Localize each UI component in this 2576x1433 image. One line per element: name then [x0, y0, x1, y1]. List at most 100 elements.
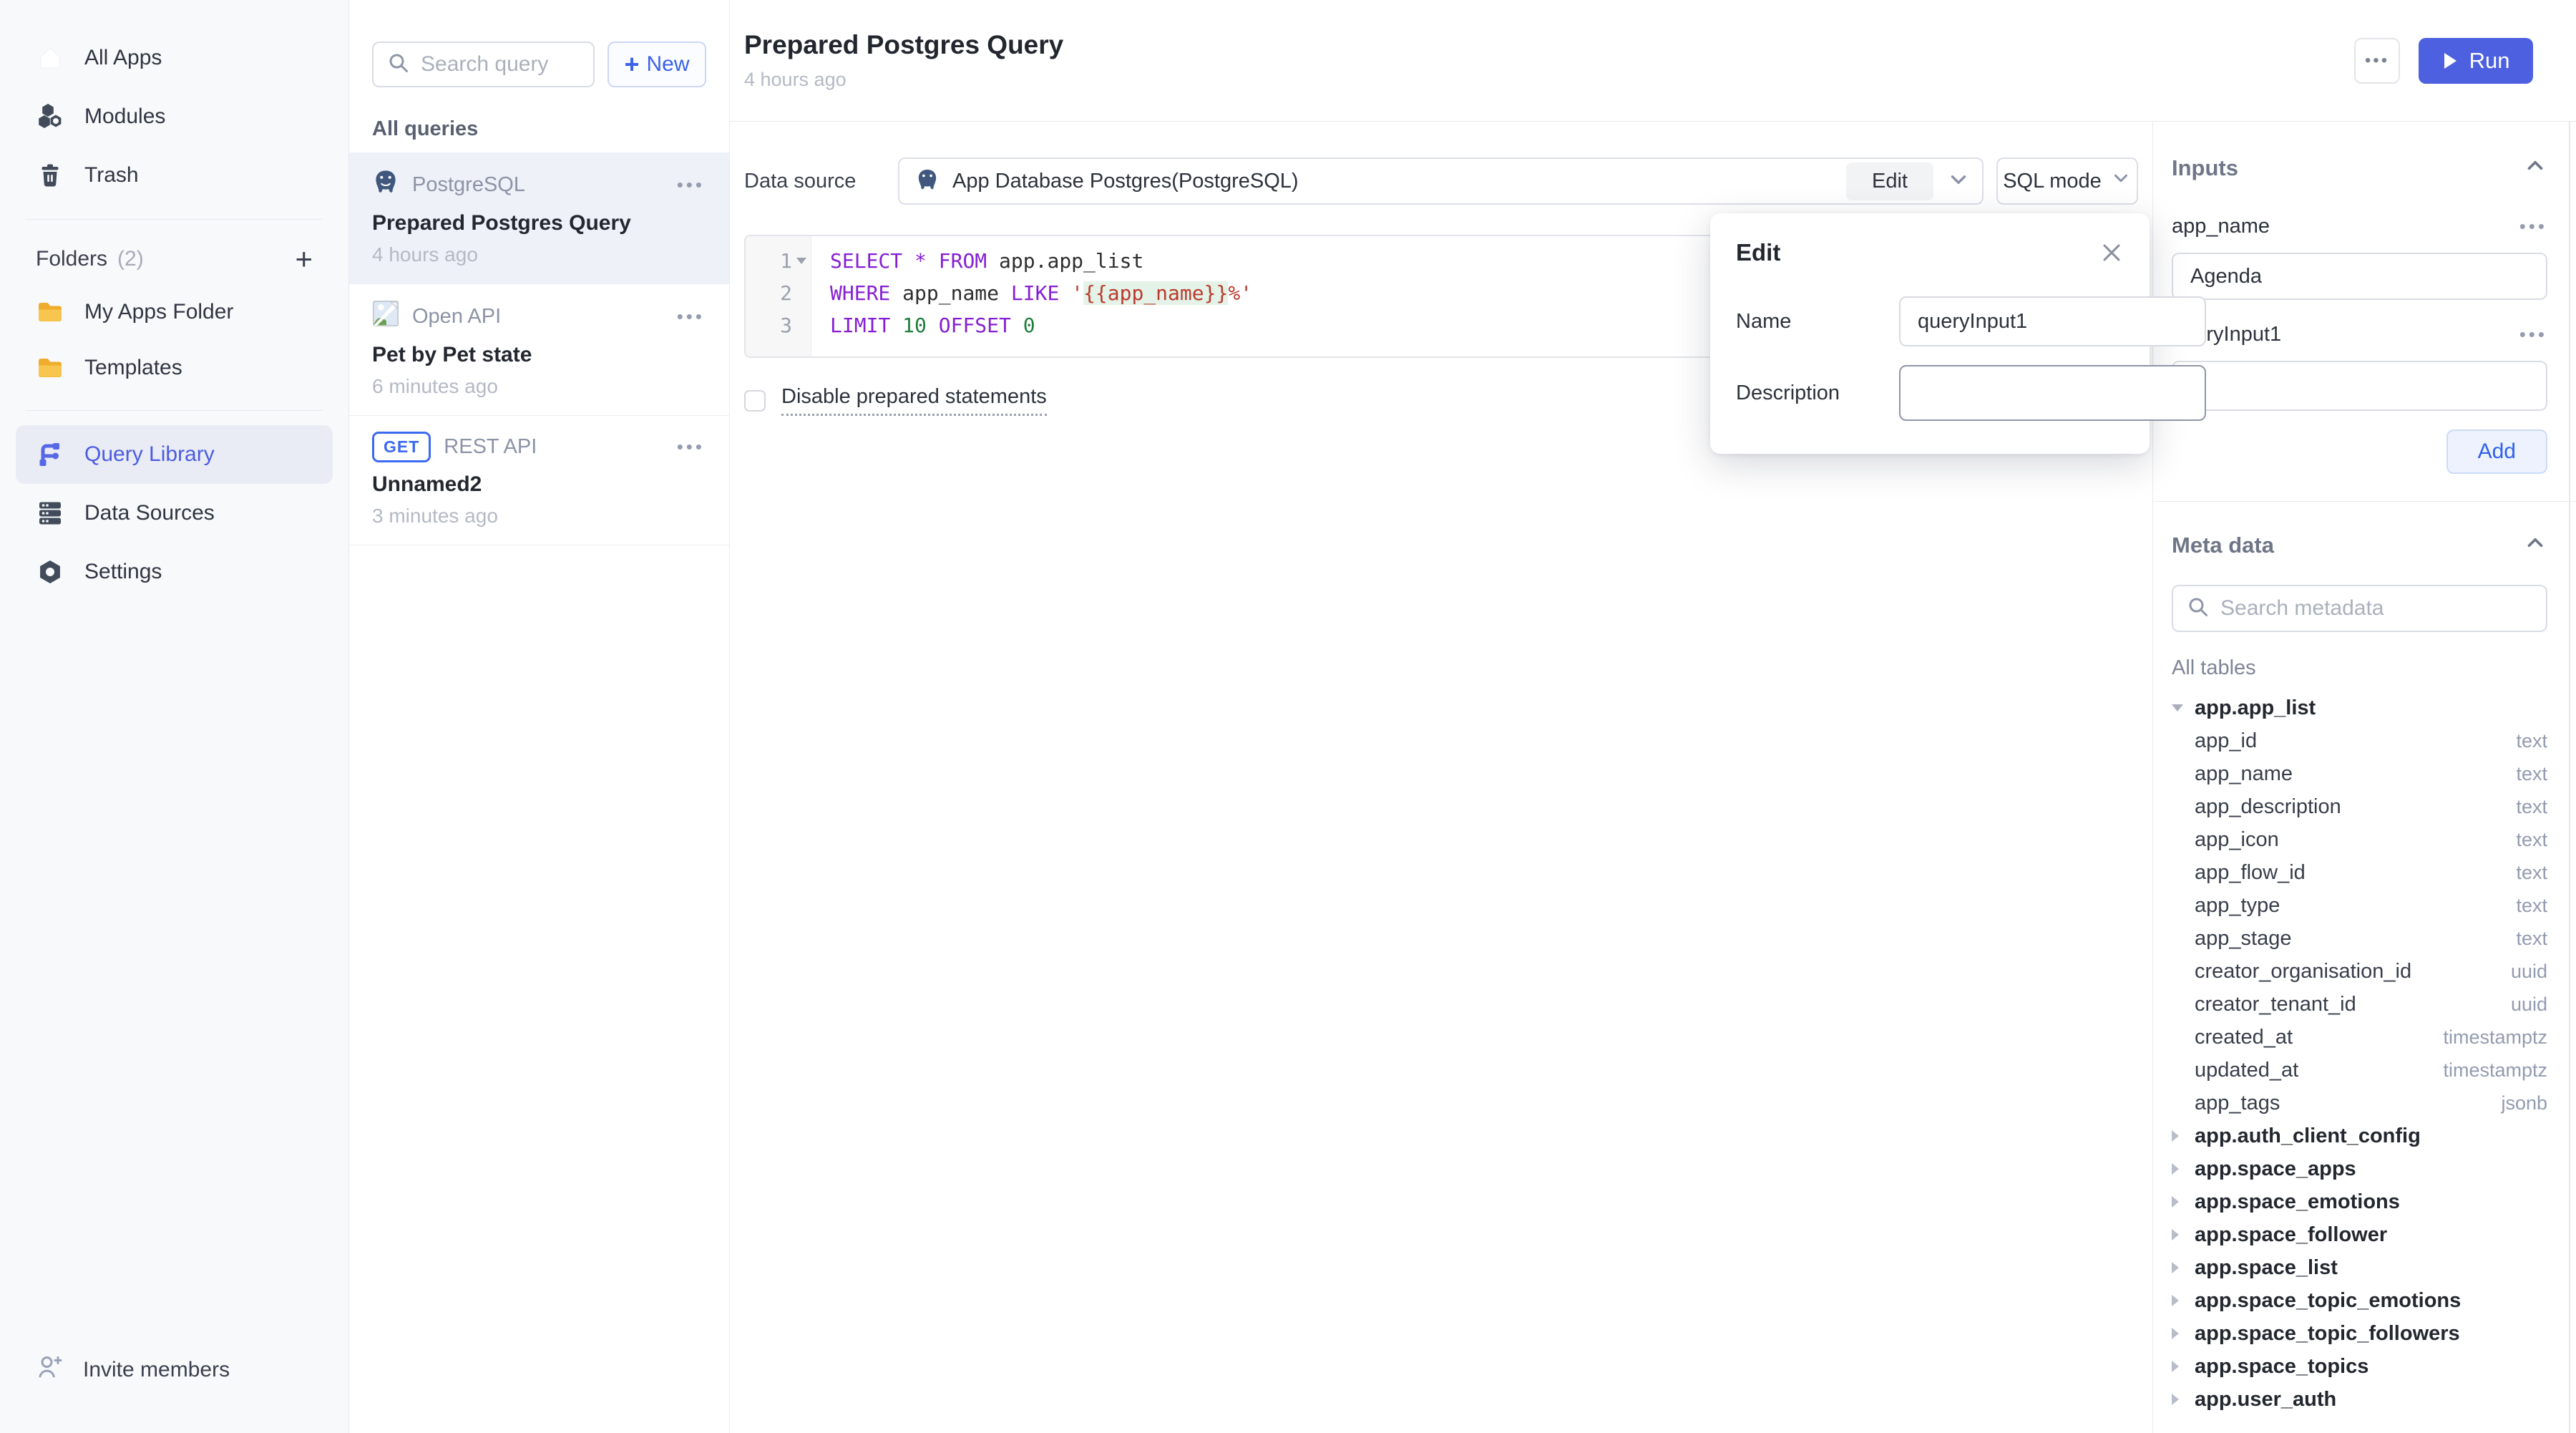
query-item-kebab-icon[interactable]: ••• — [677, 436, 705, 458]
query-list-item-prepared-postgres[interactable]: PostgreSQL ••• Prepared Postgres Query 4… — [349, 152, 729, 284]
table-row-collapsed[interactable]: app.space_topic_emotions — [2172, 1284, 2547, 1317]
fold-arrow-icon[interactable] — [796, 258, 806, 264]
new-query-button[interactable]: + New — [608, 42, 706, 87]
column-type: text — [2516, 796, 2547, 818]
table-row-collapsed[interactable]: app.space_list — [2172, 1251, 2547, 1284]
query-item-kebab-icon[interactable]: ••• — [677, 306, 705, 328]
triangle-right-icon — [2172, 1130, 2179, 1142]
table-column-row[interactable]: app_stagetext — [2172, 922, 2547, 955]
edit-data-source-button[interactable]: Edit — [1846, 162, 1933, 200]
close-icon[interactable] — [2099, 241, 2124, 265]
query-search-box[interactable] — [372, 42, 595, 87]
column-name: app_tags — [2195, 1092, 2280, 1115]
sidebar-item-data-sources[interactable]: Data Sources — [16, 484, 333, 543]
table-name: app.space_apps — [2195, 1157, 2356, 1181]
chevron-up-icon[interactable] — [2523, 530, 2547, 560]
query-list-item-pet-by-pet-state[interactable]: Open API ••• Pet by Pet state 6 minutes … — [349, 284, 729, 416]
sidebar-item-trash[interactable]: Trash — [16, 146, 333, 205]
description-field-input[interactable] — [1899, 365, 2206, 421]
header-kebab-button[interactable]: ••• — [2354, 38, 2400, 84]
add-input-button[interactable]: Add — [2446, 429, 2547, 474]
run-button[interactable]: Run — [2419, 38, 2533, 84]
table-row-collapsed[interactable]: app.space_follower — [2172, 1218, 2547, 1251]
editor-gutter: 123 — [746, 236, 811, 356]
sidebar-item-settings[interactable]: Settings — [16, 543, 333, 601]
query-search-input[interactable] — [421, 52, 580, 77]
table-column-row[interactable]: app_flow_idtext — [2172, 856, 2547, 889]
table-columns-list: app_idtextapp_nametextapp_descriptiontex… — [2172, 724, 2547, 1119]
input-field-kebab-icon[interactable]: ••• — [2519, 215, 2547, 238]
sidebar-item-modules[interactable]: Modules — [16, 87, 333, 146]
triangle-right-icon — [2172, 1295, 2179, 1306]
input-field-kebab-icon[interactable]: ••• — [2519, 324, 2547, 346]
invite-members-button[interactable]: Invite members — [16, 1344, 333, 1396]
metadata-search-input[interactable] — [2220, 596, 2533, 621]
table-name: app.space_topics — [2195, 1355, 2368, 1379]
table-column-row[interactable]: app_typetext — [2172, 889, 2547, 922]
table-column-row[interactable]: app_icontext — [2172, 823, 2547, 856]
folders-count: (2) — [117, 247, 144, 271]
table-row-collapsed[interactable]: app.space_topic_followers — [2172, 1317, 2547, 1350]
inputs-header-label: Inputs — [2172, 155, 2238, 181]
right-panel: Inputs app_name ••• queryInput1 ••• Add … — [2152, 122, 2576, 1433]
table-row-collapsed[interactable]: app.space_emotions — [2172, 1185, 2547, 1218]
app-name-input[interactable] — [2172, 253, 2547, 300]
table-column-row[interactable]: creator_tenant_iduuid — [2172, 988, 2547, 1021]
editor-code[interactable]: SELECT * FROM app.app_listWHERE app_name… — [811, 236, 1252, 356]
table-column-row[interactable]: app_tagsjsonb — [2172, 1087, 2547, 1119]
query-input1-input[interactable] — [2172, 361, 2547, 411]
table-column-row[interactable]: app_nametext — [2172, 757, 2547, 790]
name-field-input[interactable] — [1899, 296, 2206, 346]
metadata-search-box[interactable] — [2172, 585, 2547, 632]
table-name: app.app_list — [2195, 696, 2316, 720]
triangle-right-icon — [2172, 1196, 2179, 1208]
name-field-label: Name — [1736, 310, 1899, 334]
table-row-collapsed[interactable]: app.space_topics — [2172, 1350, 2547, 1383]
chevron-down-icon[interactable] — [1946, 167, 1971, 195]
sql-mode-select[interactable]: SQL mode — [1996, 157, 2138, 205]
column-name: updated_at — [2195, 1059, 2298, 1082]
code-line[interactable]: WHERE app_name LIKE '{{app_name}}%' — [830, 277, 1252, 309]
query-list-item-unnamed2[interactable]: GET REST API ••• Unnamed2 3 minutes ago — [349, 416, 729, 545]
table-column-row[interactable]: updated_attimestamptz — [2172, 1054, 2547, 1087]
table-column-row[interactable]: app_descriptiontext — [2172, 790, 2547, 823]
table-row-expanded[interactable]: app.app_list — [2172, 691, 2547, 724]
code-line[interactable]: SELECT * FROM app.app_list — [830, 245, 1252, 277]
column-type: text — [2516, 763, 2547, 785]
chevron-up-icon[interactable] — [2523, 153, 2547, 183]
query-panel-toolbar: + New — [349, 0, 729, 87]
chevron-down-icon — [2110, 167, 2132, 195]
table-column-row[interactable]: creator_organisation_iduuid — [2172, 955, 2547, 988]
table-column-row[interactable]: app_idtext — [2172, 724, 2547, 757]
line-number[interactable]: 3 — [746, 309, 811, 341]
sidebar-item-all-apps[interactable]: All Apps — [16, 29, 333, 87]
description-field-label: Description — [1736, 382, 1899, 405]
table-name: app.space_follower — [2195, 1223, 2387, 1247]
sidebar-item-my-apps-folder[interactable]: My Apps Folder — [16, 286, 333, 339]
title-block: Prepared Postgres Query 4 hours ago — [744, 30, 1063, 91]
sidebar-item-query-library[interactable]: Query Library — [16, 425, 333, 484]
sidebar-divider — [26, 219, 323, 220]
column-name: app_stage — [2195, 927, 2291, 951]
query-item-kebab-icon[interactable]: ••• — [677, 174, 705, 196]
line-number[interactable]: 2 — [746, 277, 811, 309]
column-name: app_type — [2195, 894, 2280, 918]
data-source-select[interactable]: App Database Postgres(PostgreSQL) Edit — [898, 157, 1984, 205]
sidebar-spacer — [16, 601, 333, 1344]
table-row-collapsed[interactable]: app.space_apps — [2172, 1152, 2547, 1185]
code-line[interactable]: LIMIT 10 OFFSET 0 — [830, 309, 1252, 341]
table-row-collapsed[interactable]: app.user_auth — [2172, 1383, 2547, 1416]
column-type: text — [2516, 829, 2547, 851]
line-number[interactable]: 1 — [746, 245, 811, 277]
table-row-collapsed[interactable]: app.auth_client_config — [2172, 1119, 2547, 1152]
query-list-panel: + New All queries PostgreSQL ••• Prepare… — [349, 0, 730, 1433]
sidebar-item-templates[interactable]: Templates — [16, 341, 333, 394]
add-folder-button[interactable]: + — [295, 245, 313, 273]
sidebar-divider — [26, 410, 323, 411]
table-name: app.user_auth — [2195, 1388, 2336, 1412]
table-column-row[interactable]: created_attimestamptz — [2172, 1021, 2547, 1054]
disable-prepared-statements-label: Disable prepared statements — [781, 385, 1047, 416]
disable-prepared-statements-checkbox[interactable] — [744, 390, 766, 412]
get-method-badge: GET — [372, 432, 431, 462]
column-type: uuid — [2511, 994, 2547, 1016]
